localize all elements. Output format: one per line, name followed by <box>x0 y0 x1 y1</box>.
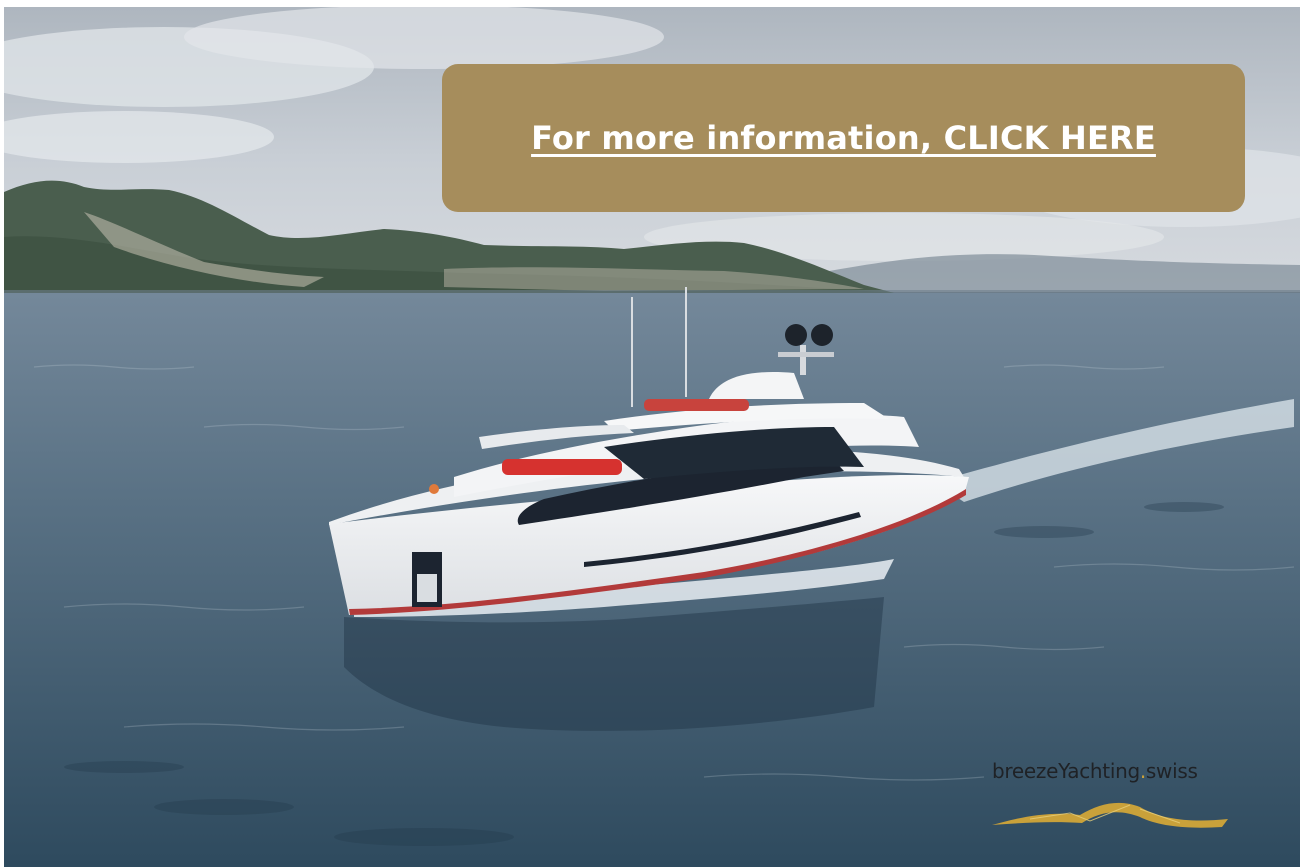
yacht-red-cushions <box>502 459 622 475</box>
brand-logo: breezeYachting.swiss <box>990 757 1230 837</box>
brand-wordmark-part2: swiss <box>1145 759 1198 783</box>
brand-wordmark: breezeYachting.swiss <box>992 759 1198 783</box>
banner-ad[interactable]: For more information, CLICK HERE breezeY… <box>4 7 1300 867</box>
yacht-door-inner <box>417 574 437 602</box>
yacht-mast <box>800 345 806 375</box>
yacht-red-cushions-top <box>644 399 749 411</box>
cloud <box>184 7 664 69</box>
cta-link[interactable]: For more information, CLICK HERE <box>531 119 1156 157</box>
brand-wave-icon <box>992 802 1228 828</box>
yacht-life-ring <box>429 484 439 494</box>
brand-wordmark-part1: breezeYachting <box>992 759 1140 783</box>
yacht-radome <box>811 324 833 346</box>
cta-banner[interactable]: For more information, CLICK HERE <box>442 64 1245 212</box>
yacht-radome <box>785 324 807 346</box>
yacht-mast-bar <box>778 352 834 357</box>
